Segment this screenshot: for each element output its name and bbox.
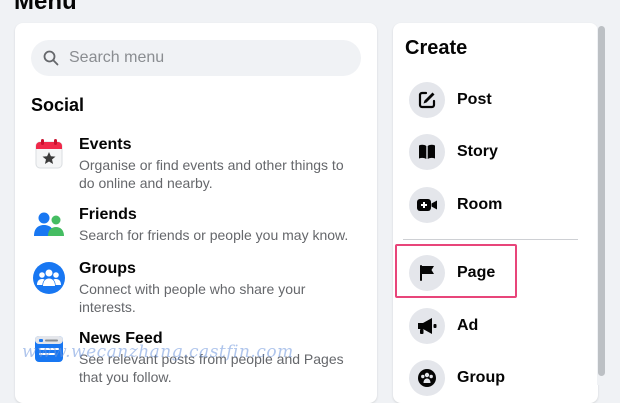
create-group-icon-circle xyxy=(409,360,445,396)
book-icon xyxy=(419,144,435,159)
menu-item-groups-name: Groups xyxy=(79,260,136,277)
create-ad-button[interactable]: Ad xyxy=(409,308,478,344)
create-page-icon-circle xyxy=(409,255,445,291)
create-post-button[interactable]: Post xyxy=(409,82,492,118)
section-title-social: Social xyxy=(31,95,85,115)
edit-icon xyxy=(418,91,436,109)
create-room-label: Room xyxy=(457,196,503,213)
calendar-icon xyxy=(35,139,63,169)
group-icon xyxy=(418,369,436,387)
create-story-icon-circle xyxy=(409,134,445,170)
create-ad-label: Ad xyxy=(457,317,479,334)
create-page-button[interactable]: Page xyxy=(409,255,495,291)
search-box[interactable] xyxy=(31,40,361,76)
menu-item-events-name: Events xyxy=(79,136,132,153)
menu-item-groups-desc-line-2: interests. xyxy=(79,299,136,315)
menu-item-events[interactable]: Events Organise or find events and other… xyxy=(31,135,361,192)
search-icon xyxy=(43,50,59,66)
menu-item-events-desc-line-2: do online and nearby. xyxy=(79,175,213,191)
megaphone-icon xyxy=(418,318,437,334)
menu-item-groups[interactable]: Groups Connect with people who share you… xyxy=(31,259,361,316)
create-story-button[interactable]: Story xyxy=(409,134,498,170)
scrollbar-thumb[interactable] xyxy=(598,26,605,376)
menu-item-friends-desc: Search for friends or people you may kno… xyxy=(79,227,349,243)
create-post-icon-circle xyxy=(409,82,445,118)
create-group-label: Group xyxy=(457,369,505,386)
video-camera-icon xyxy=(417,199,437,211)
create-story-label: Story xyxy=(457,143,498,160)
menu-item-friends[interactable]: Friends Search for friends or people you… xyxy=(31,205,361,244)
search-input[interactable] xyxy=(67,48,351,68)
groups-icon xyxy=(33,262,65,294)
menu-item-groups-desc-line-1: Connect with people who share your xyxy=(79,281,306,297)
flag-icon xyxy=(420,265,434,281)
menu-item-events-desc-line-1: Organise or find events and other things… xyxy=(79,157,344,173)
menu-item-news-feed-desc-line-2: that you follow. xyxy=(79,369,172,385)
scrollbar[interactable] xyxy=(597,23,606,385)
create-room-icon-circle xyxy=(409,187,445,223)
friends-icon xyxy=(34,212,64,236)
page-title: Menu xyxy=(14,0,77,15)
watermark: www.wecanzhang.castfin.com xyxy=(22,342,294,362)
create-divider xyxy=(403,239,578,240)
create-title: Create xyxy=(405,37,468,59)
create-room-button[interactable]: Room xyxy=(409,187,502,223)
create-group-button[interactable]: Group xyxy=(409,360,505,396)
create-post-label: Post xyxy=(457,91,492,108)
create-ad-icon-circle xyxy=(409,308,445,344)
menu-item-friends-name: Friends xyxy=(79,206,137,223)
create-panel: Create Post Story Room Page Ad Group xyxy=(393,23,598,403)
create-page-label: Page xyxy=(457,264,496,281)
